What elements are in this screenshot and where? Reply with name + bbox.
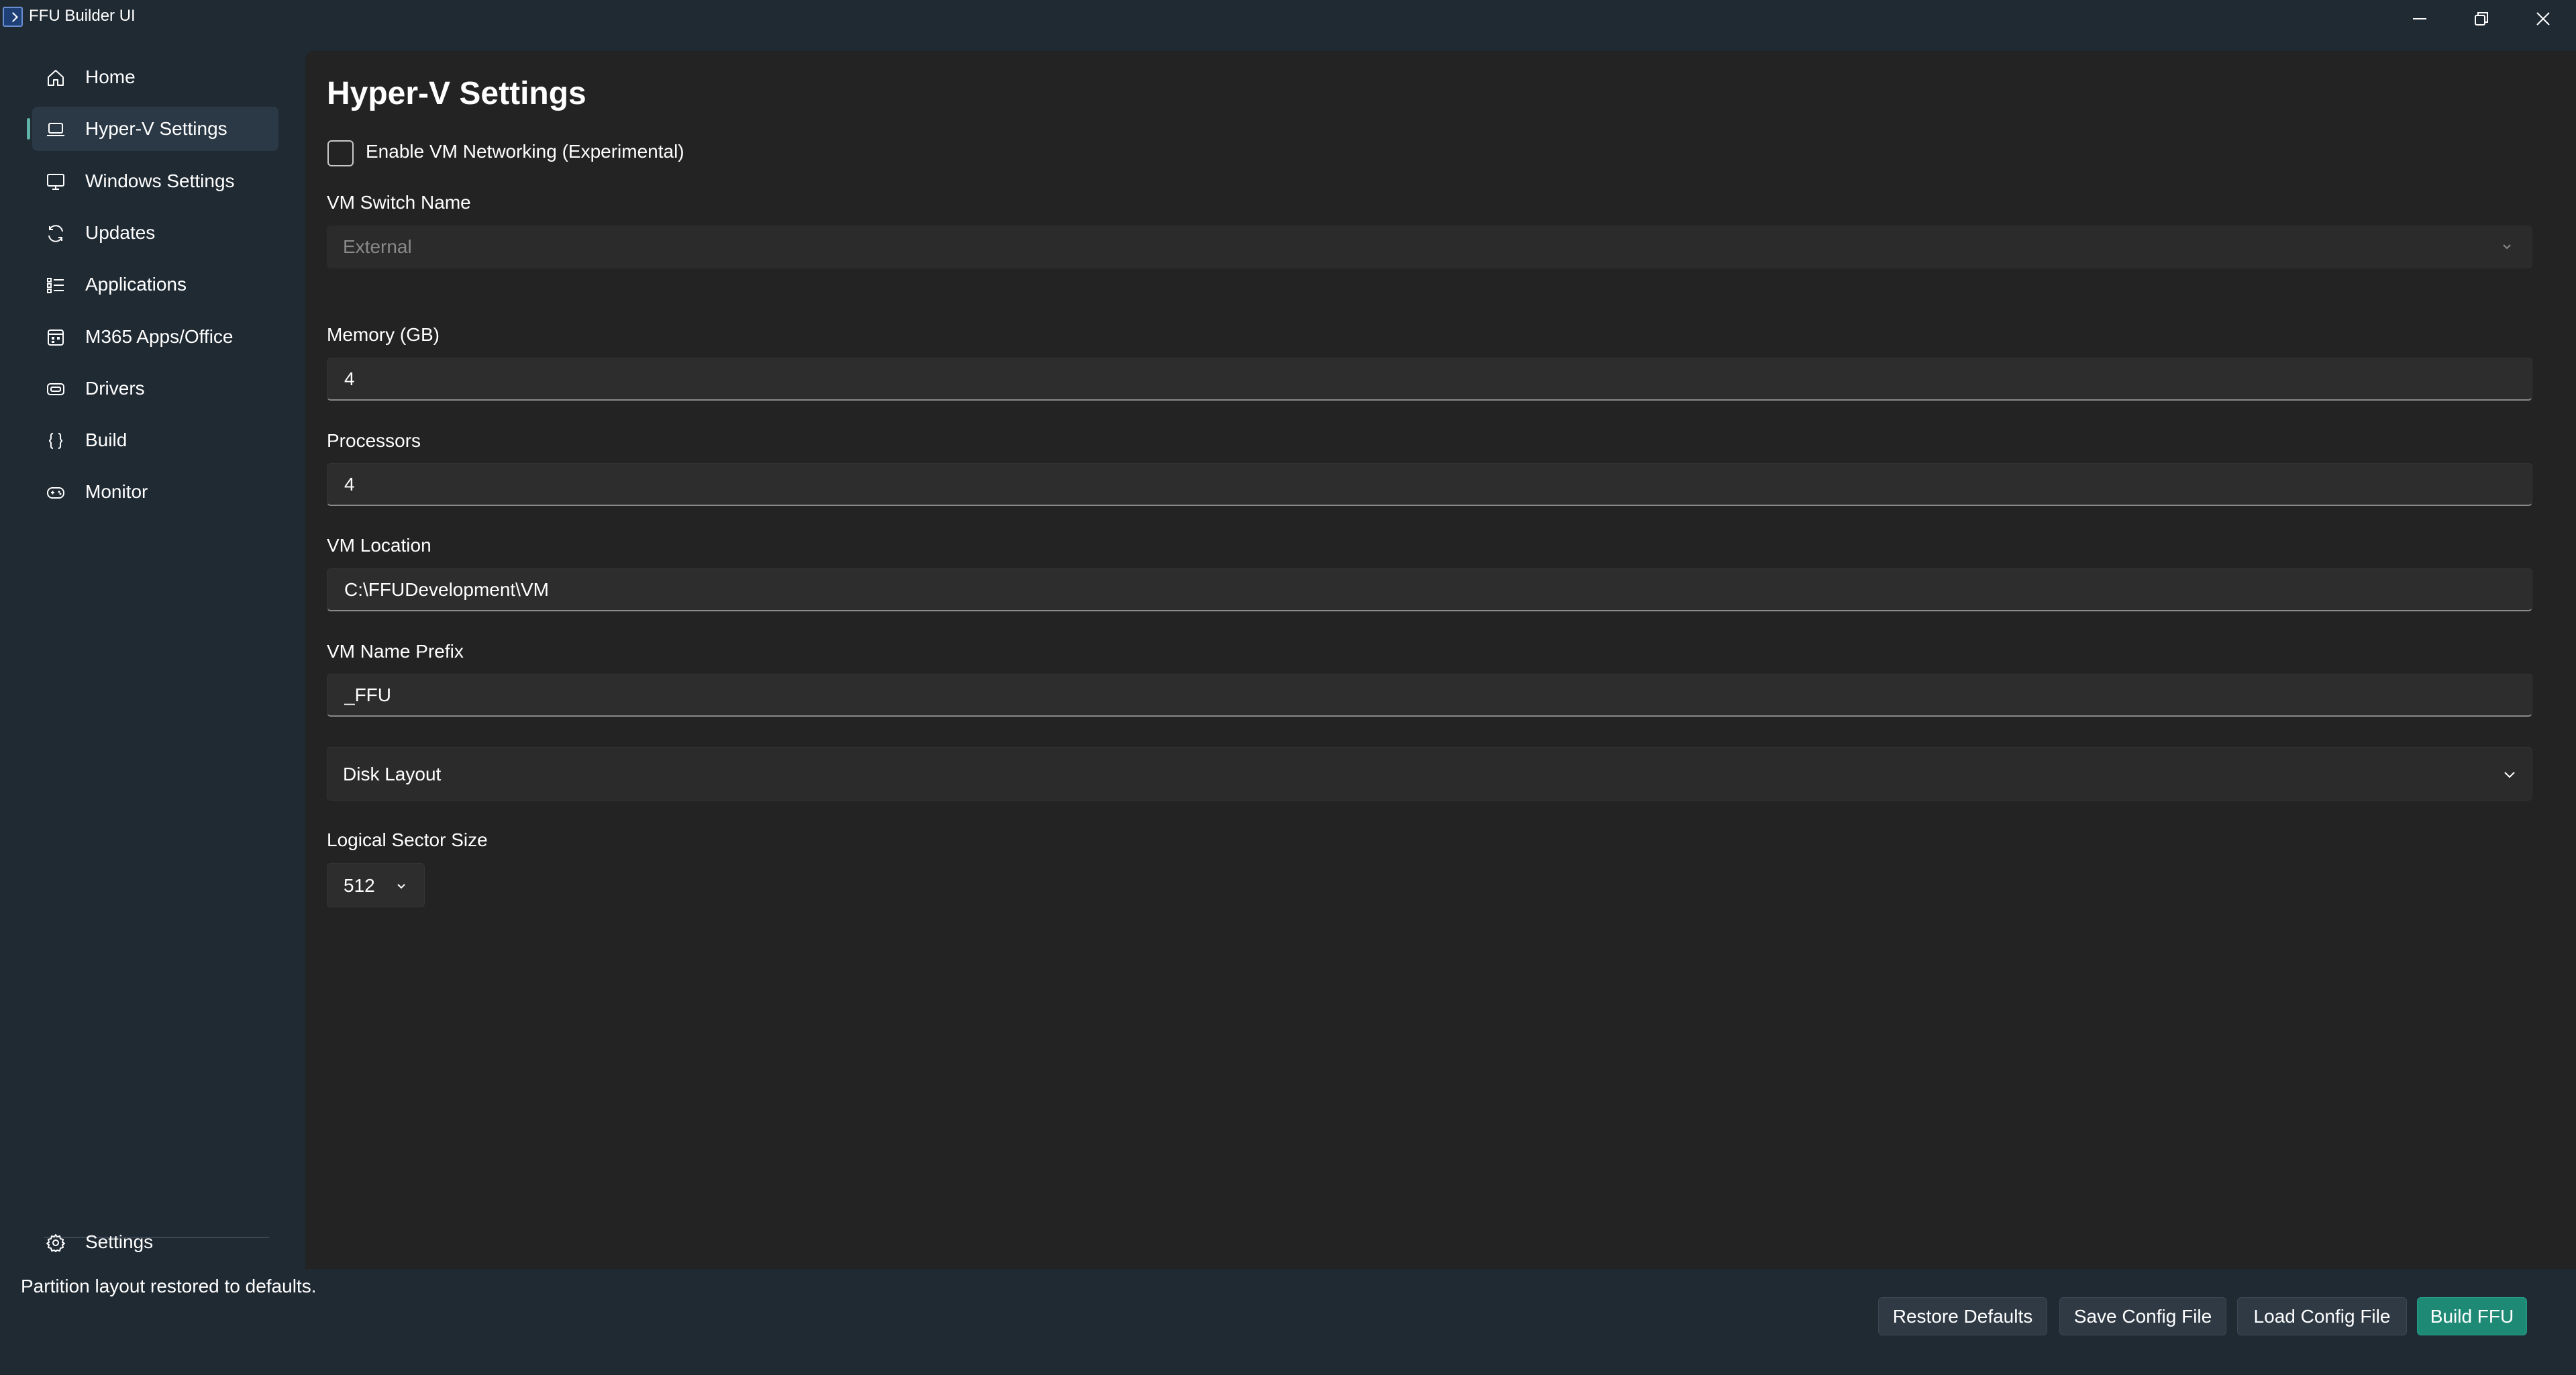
build-ffu-button[interactable]: Build FFU	[2417, 1297, 2527, 1335]
sidebar-item-label: Settings	[85, 1231, 154, 1252]
sidebar-item-label: Updates	[85, 222, 156, 243]
vm-name-prefix-label: VM Name Prefix	[327, 641, 464, 662]
sidebar-item-label: Build	[85, 429, 127, 450]
enable-vm-networking-label[interactable]: Enable VM Networking (Experimental)	[366, 141, 684, 162]
vm-switch-name-label: VM Switch Name	[327, 192, 471, 213]
status-message: Partition layout restored to defaults.	[21, 1276, 317, 1296]
load-config-button[interactable]: Load Config File	[2237, 1297, 2407, 1335]
sidebar-item-label: Home	[85, 66, 136, 87]
sidebar-item-label: M365 Apps/Office	[85, 326, 234, 347]
sidebar-item-monitor[interactable]: Monitor	[32, 470, 278, 514]
gear-icon	[46, 1234, 65, 1252]
restore-icon	[2475, 12, 2488, 26]
drive-icon	[47, 383, 64, 395]
restore-defaults-button[interactable]: Restore Defaults	[1878, 1297, 2047, 1335]
vm-location-field[interactable]	[327, 568, 2532, 611]
sidebar-item-hyper-v-settings[interactable]: Hyper-V Settings	[27, 107, 278, 151]
processors-input[interactable]	[327, 464, 2532, 505]
page-title: Hyper-V Settings	[327, 76, 586, 111]
chevron-down-icon	[2504, 772, 2515, 778]
sidebar-item-windows-settings[interactable]: Windows Settings	[32, 159, 278, 203]
vm-name-prefix-field[interactable]	[327, 674, 2532, 717]
sidebar-item-label: Hyper-V Settings	[85, 118, 227, 139]
chevron-down-icon	[2503, 244, 2511, 250]
home-icon	[48, 70, 64, 86]
disk-layout-label: Disk Layout	[343, 764, 442, 784]
sidebar-item-settings[interactable]: Settings	[32, 1220, 278, 1264]
window-title: FFU Builder UI	[29, 7, 136, 25]
active-indicator	[27, 118, 30, 140]
sidebar-item-label: Applications	[85, 274, 187, 295]
powershell-icon	[3, 7, 23, 27]
office-icon	[48, 329, 64, 346]
close-button[interactable]	[2512, 0, 2574, 38]
sidebar-item-drivers[interactable]: Drivers	[32, 366, 278, 411]
sidebar-item-label: Monitor	[85, 481, 148, 502]
vm-location-label: VM Location	[327, 535, 431, 556]
braces-icon	[48, 433, 63, 449]
bottom-bar: Partition layout restored to defaults. R…	[0, 1269, 2576, 1375]
logical-sector-size-value: 512	[344, 875, 375, 896]
vm-location-input[interactable]	[327, 569, 2532, 610]
sync-icon	[48, 225, 63, 242]
sidebar-item-home[interactable]: Home	[32, 55, 278, 99]
sidebar-item-label: Drivers	[85, 378, 145, 399]
vm-switch-name-combobox[interactable]: External	[327, 225, 2532, 268]
sidebar-item-applications[interactable]: Applications	[32, 262, 278, 307]
memory-input[interactable]	[327, 358, 2532, 399]
disk-layout-expander[interactable]: Disk Layout	[327, 747, 2532, 801]
processors-field[interactable]	[327, 463, 2532, 506]
processors-label: Processors	[327, 430, 421, 451]
vm-name-prefix-input[interactable]	[327, 674, 2532, 715]
save-config-button[interactable]: Save Config File	[2059, 1297, 2226, 1335]
chevron-down-icon	[397, 884, 405, 889]
minimize-icon	[2413, 18, 2426, 19]
restore-button[interactable]	[2451, 0, 2512, 38]
monitor-icon	[47, 174, 64, 190]
laptop-icon	[47, 123, 64, 136]
minimize-button[interactable]	[2389, 0, 2451, 38]
enable-vm-networking-checkbox[interactable]	[327, 140, 354, 166]
gamepad-icon	[47, 487, 64, 499]
sidebar-item-updates[interactable]: Updates	[32, 211, 278, 255]
logical-sector-size-label: Logical Sector Size	[327, 829, 488, 850]
memory-label: Memory (GB)	[327, 324, 440, 345]
list-icon	[47, 278, 64, 293]
close-icon	[2536, 12, 2550, 26]
sidebar: Home Hyper-V Settings Windows Settings U…	[0, 38, 305, 1269]
sidebar-item-m365-apps-office[interactable]: M365 Apps/Office	[32, 315, 278, 359]
sidebar-item-build[interactable]: Build	[32, 418, 278, 462]
sidebar-item-label: Windows Settings	[85, 170, 235, 191]
vm-switch-name-value: External	[343, 236, 412, 257]
logical-sector-size-combobox[interactable]: 512	[327, 863, 425, 907]
title-bar: FFU Builder UI	[0, 0, 2576, 38]
memory-field[interactable]	[327, 358, 2532, 401]
content-pane: Hyper-V Settings Enable VM Networking (E…	[305, 51, 2576, 1269]
